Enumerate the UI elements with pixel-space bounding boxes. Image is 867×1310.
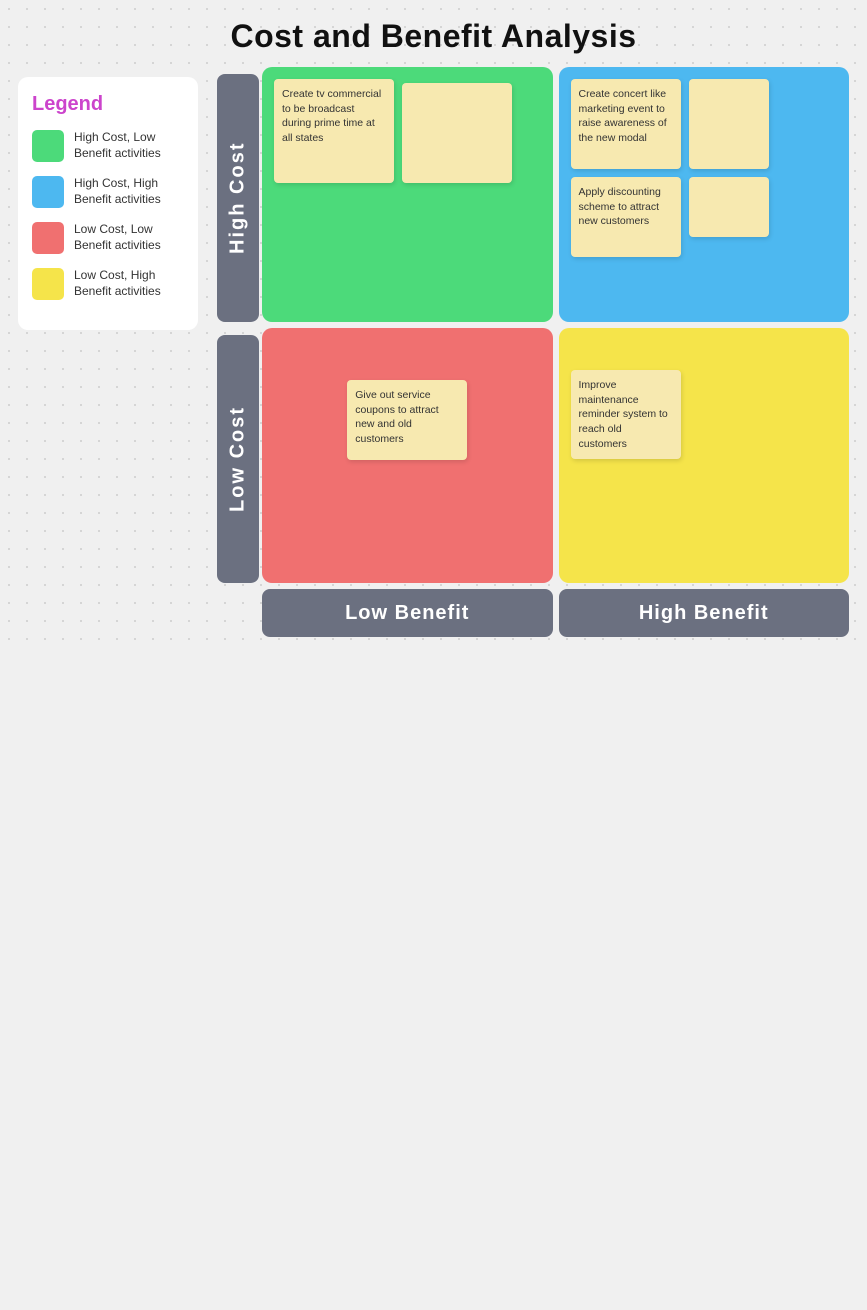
legend-swatch-green	[32, 130, 64, 162]
quadrant-top-right: Create concert like marketing event to r…	[559, 67, 850, 322]
sticky-note-tr-1[interactable]: Create concert like marketing event to r…	[571, 79, 681, 169]
legend-label-1: High Cost, Low Benefit activities	[74, 130, 184, 161]
sticky-note-tr-blank1[interactable]	[689, 79, 769, 169]
page-title: Cost and Benefit Analysis	[0, 0, 867, 67]
quadrant-bottom-right: Improve maintenance reminder system to r…	[559, 328, 850, 583]
legend-swatch-yellow	[32, 268, 64, 300]
x-label-high-benefit: High Benefit	[559, 589, 850, 637]
sticky-note-tl-blank[interactable]	[402, 83, 512, 183]
top-row: Create tv commercial to be broadcast dur…	[262, 67, 849, 322]
y-axis-labels: High Cost Low Cost	[214, 67, 262, 589]
quadrant-top-left: Create tv commercial to be broadcast dur…	[262, 67, 553, 322]
legend-item-2: High Cost, High Benefit activities	[32, 176, 184, 208]
legend-item-3: Low Cost, Low Benefit activities	[32, 222, 184, 254]
legend-title: Legend	[32, 93, 184, 116]
sticky-note-tr-2[interactable]: Apply discounting scheme to attract new …	[571, 177, 681, 257]
bottom-row: Give out service coupons to attract new …	[262, 328, 849, 583]
x-label-low-benefit: Low Benefit	[262, 589, 553, 637]
y-label-high-cost: High Cost	[214, 67, 262, 328]
sticky-note-bl-1[interactable]: Give out service coupons to attract new …	[347, 380, 467, 460]
main-layout: Legend High Cost, Low Benefit activities…	[0, 67, 867, 637]
legend-label-2: High Cost, High Benefit activities	[74, 176, 184, 207]
y-label-low-cost: Low Cost	[214, 328, 262, 589]
legend-label-4: Low Cost, High Benefit activities	[74, 268, 184, 299]
legend-label-3: Low Cost, Low Benefit activities	[74, 222, 184, 253]
sticky-note-br-1[interactable]: Improve maintenance reminder system to r…	[571, 370, 681, 459]
sticky-note-tl-1[interactable]: Create tv commercial to be broadcast dur…	[274, 79, 394, 183]
legend-item-4: Low Cost, High Benefit activities	[32, 268, 184, 300]
grid-and-labels: Create tv commercial to be broadcast dur…	[262, 67, 849, 637]
y-label-high-cost-text: High Cost	[217, 74, 259, 322]
matrix-area: High Cost Low Cost Create tv commercial …	[214, 67, 849, 637]
legend-panel: Legend High Cost, Low Benefit activities…	[18, 77, 198, 330]
legend-swatch-red	[32, 222, 64, 254]
quadrant-bottom-left: Give out service coupons to attract new …	[262, 328, 553, 583]
y-label-low-cost-text: Low Cost	[217, 335, 259, 583]
sticky-note-tr-blank2[interactable]	[689, 177, 769, 237]
legend-swatch-blue	[32, 176, 64, 208]
legend-item-1: High Cost, Low Benefit activities	[32, 130, 184, 162]
grid-rows: Create tv commercial to be broadcast dur…	[262, 67, 849, 583]
x-axis-labels: Low Benefit High Benefit	[262, 589, 849, 637]
